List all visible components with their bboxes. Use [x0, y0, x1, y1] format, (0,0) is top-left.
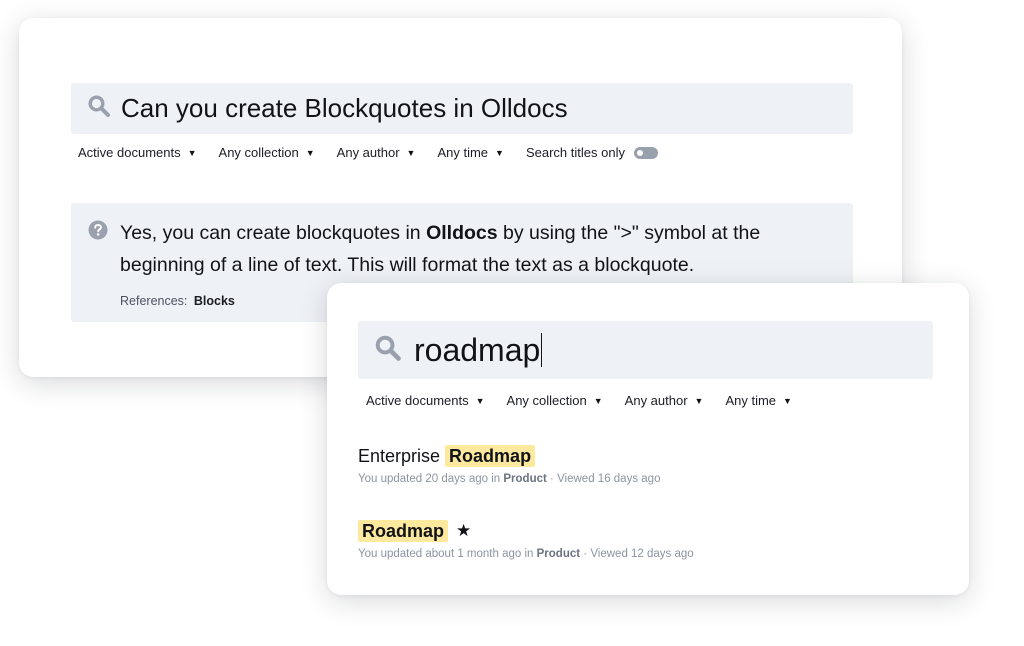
answer-text: Yes, you can create blockquotes in Olldo…	[120, 217, 820, 281]
filter-time-label: Any time	[725, 393, 777, 408]
search-query: roadmap	[414, 331, 541, 368]
filter-author-dropdown[interactable]: Any author ▼	[625, 393, 704, 408]
filter-collection-label: Any collection	[218, 145, 299, 160]
references: References: Blocks	[120, 294, 235, 308]
brand-name: Olldocs	[426, 222, 498, 244]
caret-down-icon: ▼	[495, 147, 504, 158]
filter-bar: Active documents ▼ Any collection ▼ Any …	[366, 393, 814, 408]
result-meta: You updated about 1 month ago in Product…	[358, 548, 694, 560]
result-title-highlight: Roadmap	[358, 520, 449, 542]
titles-only-filter[interactable]: Search titles only	[526, 145, 658, 160]
question-circle-icon	[88, 220, 108, 245]
result-title-highlight: Roadmap	[445, 445, 536, 467]
result-viewed: Viewed 16 days ago	[557, 473, 661, 485]
answer-text-part1: Yes, you can create blockquotes in	[120, 222, 427, 244]
filter-author-label: Any author	[624, 393, 688, 408]
filter-bar: Active documents ▼ Any collection ▼ Any …	[78, 145, 680, 160]
caret-down-icon: ▼	[475, 395, 485, 406]
filter-time-label: Any time	[437, 145, 489, 160]
search-input[interactable]: Can you create Blockquotes in Olldocs	[121, 93, 568, 124]
filter-time-dropdown[interactable]: Any time ▼	[437, 145, 504, 160]
caret-down-icon: ▼	[783, 395, 792, 406]
search-icon	[374, 334, 402, 367]
meta-separator: ·	[583, 548, 588, 560]
star-icon[interactable]: ★	[456, 520, 471, 542]
search-result[interactable]: Enterprise Roadmap You updated 20 days a…	[358, 445, 660, 485]
filter-collection-label: Any collection	[506, 393, 587, 408]
filter-collection-dropdown[interactable]: Any collection ▼	[507, 393, 603, 408]
result-collection[interactable]: Product	[537, 548, 580, 560]
search-panel: roadmap Active documents ▼ Any collectio…	[327, 283, 969, 595]
result-updated: You updated about 1 month ago in	[358, 548, 534, 560]
search-icon	[87, 94, 111, 123]
caret-down-icon: ▼	[406, 147, 416, 158]
filter-author-label: Any author	[336, 145, 400, 160]
search-result[interactable]: Roadmap ★ You updated about 1 month ago …	[358, 520, 694, 560]
filter-time-dropdown[interactable]: Any time ▼	[725, 393, 792, 408]
text-cursor	[541, 332, 543, 367]
filter-author-dropdown[interactable]: Any author ▼	[337, 145, 416, 160]
search-bar[interactable]: roadmap	[358, 321, 933, 379]
filter-status-label: Active documents	[366, 393, 469, 408]
toggle-knob	[636, 149, 643, 156]
titles-only-toggle[interactable]	[633, 146, 658, 159]
search-input[interactable]: roadmap	[414, 331, 543, 369]
reference-link[interactable]: Blocks	[194, 294, 235, 308]
filter-status-label: Active documents	[78, 145, 181, 160]
caret-down-icon: ▼	[187, 147, 197, 158]
filter-status-dropdown[interactable]: Active documents ▼	[366, 393, 485, 408]
caret-down-icon: ▼	[305, 147, 315, 158]
search-bar[interactable]: Can you create Blockquotes in Olldocs	[71, 83, 853, 134]
caret-down-icon: ▼	[593, 395, 603, 406]
result-meta: You updated 20 days ago in Product · Vie…	[358, 473, 660, 485]
result-updated: You updated 20 days ago in	[358, 473, 501, 485]
result-title[interactable]: Roadmap ★	[358, 520, 694, 542]
titles-only-label: Search titles only	[525, 145, 625, 160]
filter-status-dropdown[interactable]: Active documents ▼	[78, 145, 197, 160]
meta-separator: ·	[550, 473, 554, 485]
references-label: References:	[120, 294, 188, 308]
caret-down-icon: ▼	[694, 395, 704, 406]
result-title-text: Enterprise	[358, 446, 441, 466]
result-collection[interactable]: Product	[503, 473, 546, 485]
result-viewed: Viewed 12 days ago	[590, 548, 694, 560]
result-title[interactable]: Enterprise Roadmap	[358, 445, 660, 467]
filter-collection-dropdown[interactable]: Any collection ▼	[219, 145, 315, 160]
